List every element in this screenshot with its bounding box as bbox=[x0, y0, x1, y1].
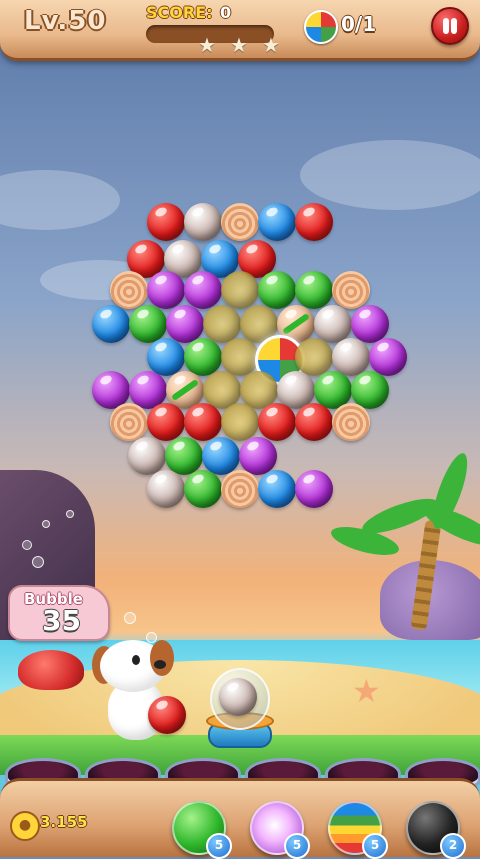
blue-bubble bbox=[147, 338, 185, 376]
gold-bubble bbox=[203, 305, 241, 343]
rainbow-ball-booster[interactable]: 5 bbox=[328, 801, 388, 859]
silver-bubble bbox=[184, 203, 222, 241]
purple-bubble bbox=[166, 305, 204, 343]
red-bubble bbox=[184, 403, 222, 441]
target-goal-icon bbox=[304, 10, 338, 44]
silver-bubble bbox=[147, 470, 185, 508]
game-scene[interactable]: ★ Bubble 35 bbox=[0, 0, 480, 854]
top-hud: Lv.50 SCORE: 0 ★ ★ ★ 0/1 bbox=[0, 0, 480, 61]
bottom-bar: ● 3.155 5 5 5 2 bbox=[0, 778, 480, 859]
red-bubble bbox=[147, 403, 185, 441]
cloud bbox=[300, 140, 480, 210]
shell-bubble bbox=[221, 470, 259, 508]
shell-bubble bbox=[110, 403, 148, 441]
aim-line-booster[interactable]: 5 bbox=[172, 801, 232, 859]
shell-bubble bbox=[332, 403, 370, 441]
star-icon: ★ bbox=[198, 33, 216, 57]
coin-count: 3.155 bbox=[40, 813, 88, 831]
red-bubble bbox=[147, 203, 185, 241]
blue-bubble bbox=[202, 437, 240, 475]
star-icon: ★ bbox=[262, 33, 280, 57]
gold-bubble bbox=[221, 271, 259, 309]
blue-bubble bbox=[258, 470, 296, 508]
cloud bbox=[0, 170, 120, 230]
purple-bubble bbox=[184, 271, 222, 309]
silver-bubble bbox=[314, 305, 352, 343]
red-bubble bbox=[258, 403, 296, 441]
next-bubble[interactable] bbox=[148, 696, 186, 734]
shell-bubble bbox=[110, 271, 148, 309]
air-bubble bbox=[22, 540, 32, 550]
purple-bubble bbox=[239, 437, 277, 475]
level-label: Lv.50 bbox=[24, 6, 107, 36]
booster-count: 5 bbox=[284, 833, 310, 859]
target-count: 0/1 bbox=[341, 12, 377, 36]
air-bubble bbox=[124, 612, 136, 624]
air-bubble bbox=[32, 556, 44, 568]
air-bubble bbox=[42, 520, 50, 528]
green-bubble bbox=[129, 305, 167, 343]
red-bubble bbox=[295, 203, 333, 241]
green-bubble bbox=[165, 437, 203, 475]
crab-character bbox=[18, 650, 84, 690]
score-value: 0 bbox=[220, 3, 232, 22]
dog-nose bbox=[154, 660, 166, 669]
paw-icon: ● bbox=[10, 811, 40, 841]
gold-bubble bbox=[221, 403, 259, 441]
purple-bubble bbox=[351, 305, 389, 343]
lightning-ball-booster[interactable]: 5 bbox=[250, 801, 310, 859]
air-bubble bbox=[66, 510, 74, 518]
bomb-ball-booster[interactable]: 2 bbox=[406, 801, 466, 859]
green-bubble bbox=[184, 338, 222, 376]
starfish-icon: ★ bbox=[352, 672, 381, 710]
shell-bubble bbox=[221, 203, 259, 241]
score-label: SCORE: bbox=[146, 3, 213, 22]
green-bubble bbox=[184, 470, 222, 508]
pause-button[interactable] bbox=[431, 7, 469, 45]
gold-bubble bbox=[295, 338, 333, 376]
red-bubble bbox=[295, 403, 333, 441]
purple-bubble bbox=[369, 338, 407, 376]
green-bubble bbox=[295, 271, 333, 309]
blue-bubble bbox=[258, 203, 296, 241]
star-icon: ★ bbox=[230, 33, 248, 57]
bubbles-remaining-count: 35 bbox=[42, 604, 81, 637]
blue-bubble bbox=[92, 305, 130, 343]
silver-bubble bbox=[332, 338, 370, 376]
purple-bubble bbox=[147, 271, 185, 309]
loaded-bubble[interactable] bbox=[219, 678, 257, 716]
green-bubble bbox=[258, 271, 296, 309]
booster-count: 5 bbox=[206, 833, 232, 859]
booster-count: 2 bbox=[440, 833, 466, 859]
shell-bubble bbox=[332, 271, 370, 309]
bubbles-remaining-sign: Bubble 35 bbox=[8, 585, 110, 641]
booster-count: 5 bbox=[362, 833, 388, 859]
silver-bubble bbox=[128, 437, 166, 475]
dog-ear bbox=[150, 640, 174, 676]
gold-bubble bbox=[221, 338, 259, 376]
purple-bubble bbox=[295, 470, 333, 508]
dog-eye bbox=[132, 655, 140, 665]
